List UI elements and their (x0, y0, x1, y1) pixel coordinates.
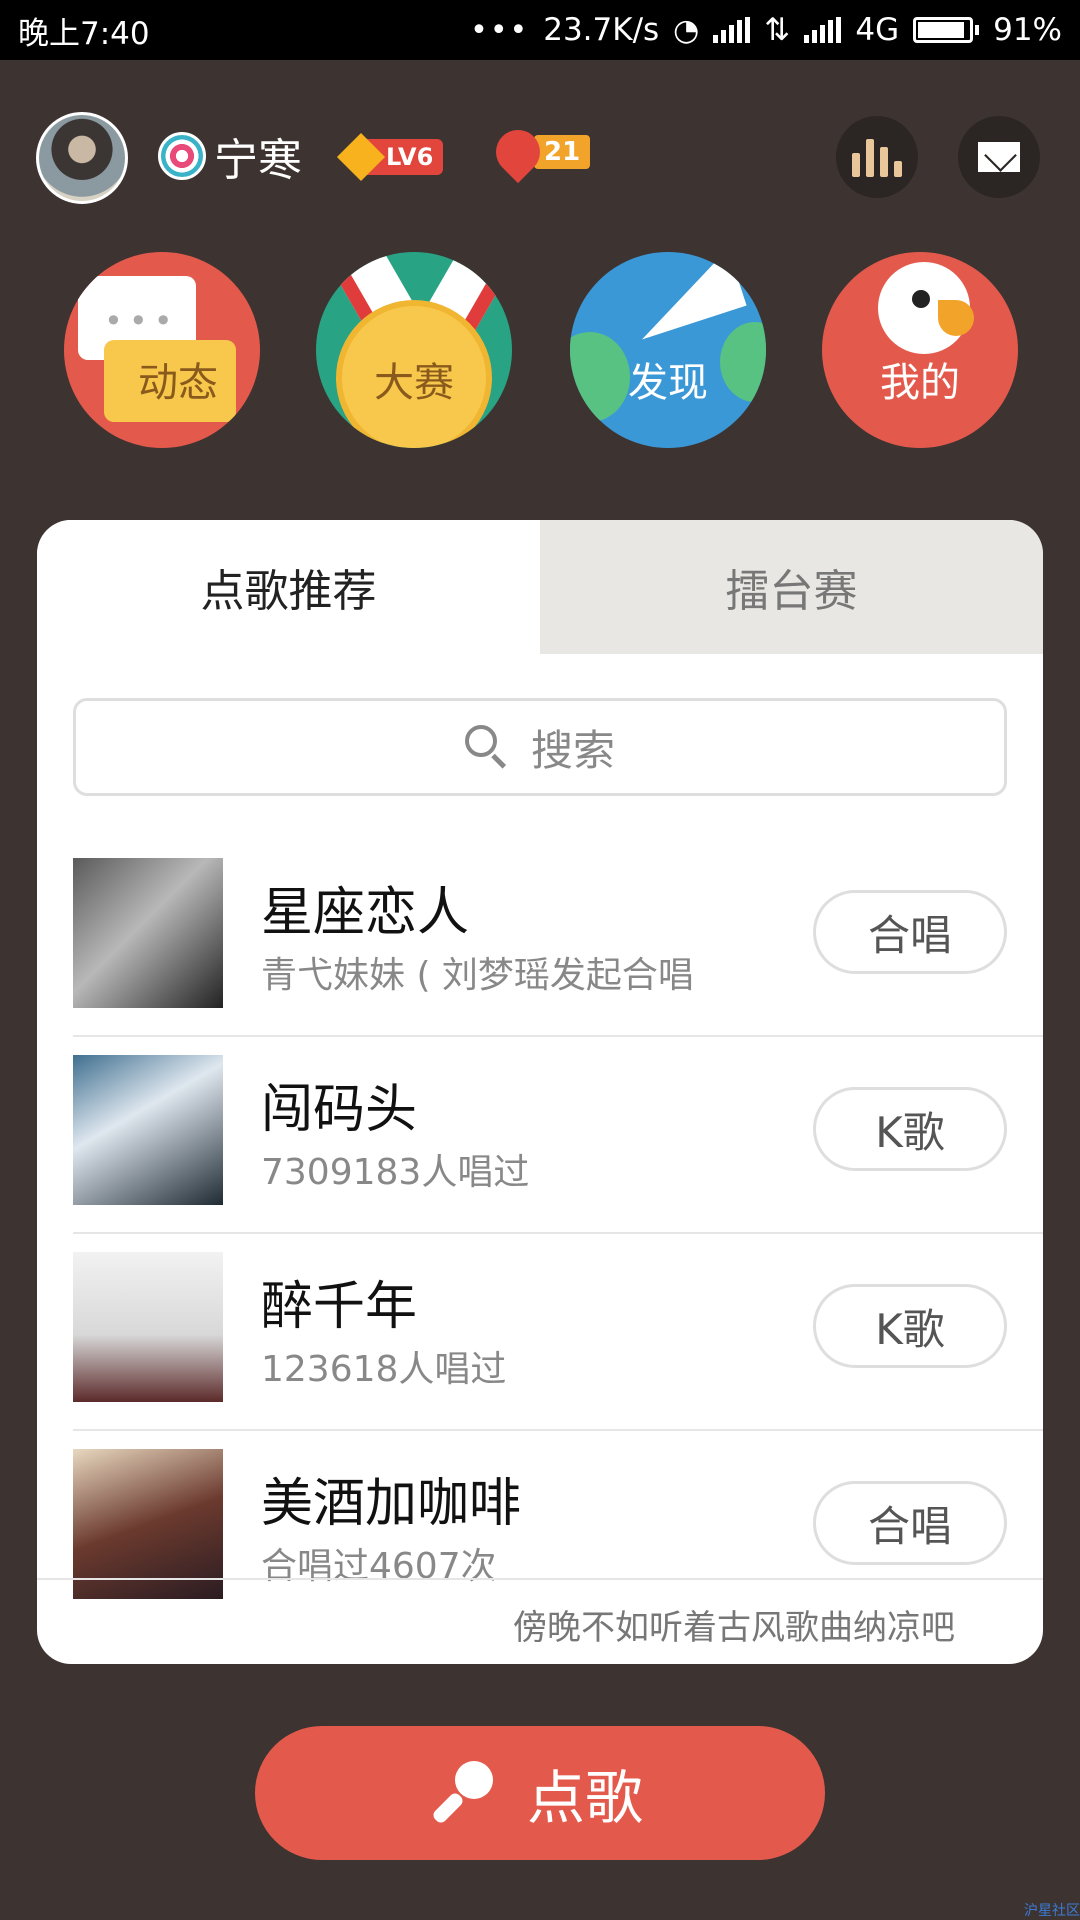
flower-badge[interactable]: 21 (486, 120, 591, 184)
nav-discover[interactable]: 发现 (570, 252, 766, 448)
divider (37, 1578, 1043, 1580)
main-nav: ••• 动态 大赛 发现 我的 (64, 252, 1018, 448)
stats-button[interactable] (836, 116, 918, 198)
nav-discover-label: 发现 (628, 360, 708, 406)
signal-icon (713, 17, 751, 43)
search-placeholder: 搜索 (530, 725, 615, 775)
mail-icon (978, 142, 1020, 172)
battery-icon (913, 17, 980, 43)
karaoke-button[interactable]: K歌 (813, 1284, 1007, 1368)
list-item[interactable]: 美酒加咖啡 合唱过4607次 合唱 (73, 1431, 1043, 1626)
song-title: 醉千年 (261, 1277, 418, 1337)
flower-icon (486, 120, 550, 184)
tab-arena[interactable]: 擂台赛 (540, 520, 1043, 654)
data-transfer-icon: ⇅ (764, 12, 791, 48)
song-card: 点歌推荐 擂台赛 搜索 星座恋人 青弋妹妹 ( 刘梦瑶发起合唱 合唱 闯码头 7… (37, 520, 1043, 1664)
song-title: 美酒加咖啡 (261, 1474, 522, 1534)
song-subtitle: 7309183人唱过 (261, 1152, 530, 1193)
album-cover (73, 1252, 223, 1402)
wifi-icon: ◔ (673, 12, 700, 48)
signal-icon-2 (804, 17, 842, 43)
vip-swirl-icon (158, 132, 206, 180)
microphone-icon (431, 1761, 493, 1825)
nav-mine[interactable]: 我的 (822, 252, 1018, 448)
status-time: 晚上7:40 (18, 15, 150, 52)
nav-dynamic-label: 动态 (138, 360, 218, 406)
song-subtitle: 合唱过4607次 (261, 1546, 497, 1587)
message-button[interactable] (958, 116, 1040, 198)
paper-plane-icon (623, 252, 747, 340)
nav-dynamic[interactable]: ••• 动态 (64, 252, 260, 448)
album-cover (73, 858, 223, 1008)
nav-contest-label: 大赛 (374, 360, 454, 406)
karaoke-button[interactable]: K歌 (813, 1087, 1007, 1171)
chorus-button[interactable]: 合唱 (813, 1481, 1007, 1565)
battery-percent: 91% (993, 12, 1062, 48)
avatar[interactable] (36, 112, 128, 204)
nav-mine-label: 我的 (880, 360, 960, 406)
list-item[interactable]: 醉千年 123618人唱过 K歌 (73, 1234, 1043, 1431)
chorus-button[interactable]: 合唱 (813, 890, 1007, 974)
nav-contest[interactable]: 大赛 (316, 252, 512, 448)
song-subtitle: 123618人唱过 (261, 1349, 507, 1390)
level-badge[interactable]: LV6 (336, 132, 444, 182)
list-item[interactable]: 闯码头 7309183人唱过 K歌 (73, 1037, 1043, 1234)
tab-recommend[interactable]: 点歌推荐 (37, 520, 540, 654)
sing-button[interactable]: 点歌 (255, 1726, 825, 1860)
search-icon (464, 725, 509, 769)
sing-button-label: 点歌 (526, 1764, 643, 1832)
song-subtitle: 青弋妹妹 ( 刘梦瑶发起合唱 (261, 955, 694, 996)
watermark: 沪星社区 (1024, 1903, 1080, 1919)
tab-bar: 点歌推荐 擂台赛 (37, 520, 1043, 654)
list-item[interactable]: 星座恋人 青弋妹妹 ( 刘梦瑶发起合唱 合唱 (73, 840, 1043, 1037)
song-title: 闯码头 (261, 1080, 418, 1140)
search-input[interactable]: 搜索 (73, 698, 1007, 796)
user-header: 宁寒 LV6 21 (36, 112, 1046, 204)
flower-count: 21 (534, 135, 591, 169)
song-list: 星座恋人 青弋妹妹 ( 刘梦瑶发起合唱 合唱 闯码头 7309183人唱过 K歌… (73, 840, 1043, 1626)
song-title: 星座恋人 (261, 883, 470, 943)
album-cover (73, 1055, 223, 1205)
user-name: 宁寒 (214, 135, 302, 186)
bar-chart-icon (852, 137, 902, 177)
network-type: 4G (855, 12, 900, 48)
status-bar: 晚上7:40 ••• 23.7K/s ◔ ⇅ 4G 91% (0, 0, 1080, 60)
album-cover (73, 1449, 223, 1599)
footer-tip[interactable]: 傍晚不如听着古风歌曲纳凉吧 (513, 1600, 955, 1649)
network-speed: 23.7K/s (543, 12, 660, 48)
more-notifications-icon: ••• (470, 12, 530, 48)
user-name-group[interactable]: 宁寒 (158, 124, 302, 188)
